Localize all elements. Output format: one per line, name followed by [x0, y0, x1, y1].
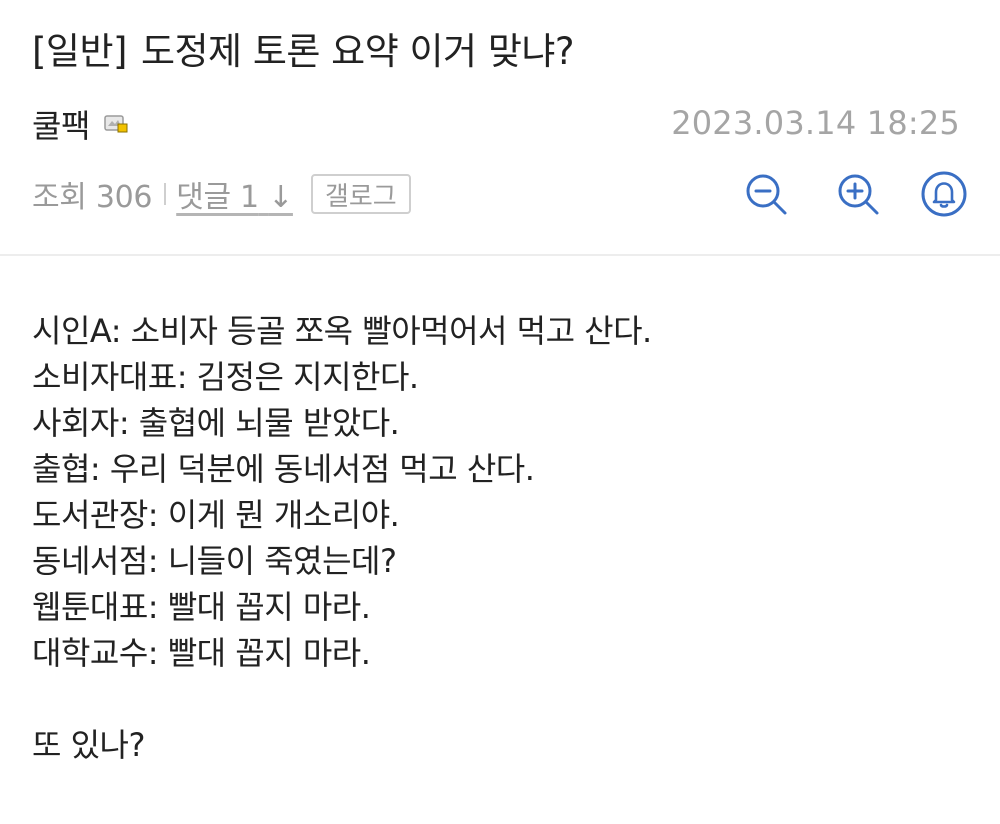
body-line: 대학교수: 빨대 꼽지 마라. — [32, 634, 371, 672]
body-line: 웹툰대표: 빨대 꼽지 마라. — [32, 588, 371, 626]
zoom-in-icon — [838, 174, 879, 215]
post-header: [일반] 도정제 토론 요약 이거 맞냐? 쿨팩 2023.03.14 18:25… — [0, 0, 1000, 256]
bell-icon — [921, 171, 967, 217]
author-name[interactable]: 쿨팩 — [32, 101, 90, 147]
gallog-button[interactable]: 갤로그 — [310, 174, 411, 214]
post-title-text: 도정제 토론 요약 이거 맞냐? — [140, 30, 575, 73]
body-line: 사회자: 출협에 뇌물 받았다. — [32, 404, 400, 442]
body-line: 출협: 우리 덕분에 동네서점 먹고 산다. — [32, 450, 535, 488]
arrow-down-icon: ↓ — [268, 180, 293, 215]
view-count: 조회 306 — [32, 180, 153, 215]
body-line: 시인A: 소비자 등골 쪼옥 빨아먹어서 먹고 산다. — [32, 312, 652, 350]
fixed-member-icon — [104, 114, 130, 134]
zoom-in-button[interactable] — [834, 170, 882, 218]
meta-row: 조회 306 댓글 1 ↓ 갤로그 — [32, 170, 411, 218]
meta-divider — [164, 183, 167, 205]
post-title: [일반] 도정제 토론 요약 이거 맞냐? — [32, 30, 575, 74]
zoom-out-icon — [746, 174, 787, 215]
author-row: 쿨팩 — [32, 102, 130, 146]
body-line: 소비자대표: 김정은 지지한다. — [32, 358, 419, 396]
notification-button[interactable] — [920, 170, 968, 218]
body-line: 도서관장: 이게 뭔 개소리야. — [32, 496, 400, 534]
comments-label: 댓글 1 — [176, 180, 259, 215]
body-closing-line: 또 있나? — [32, 726, 145, 764]
body-line: 동네서점: 니들이 죽였는데? — [32, 542, 397, 580]
zoom-out-button[interactable] — [742, 170, 790, 218]
post-category: [일반] — [32, 30, 127, 73]
post-date: 2023.03.14 18:25 — [671, 104, 960, 142]
comments-link[interactable]: 댓글 1 ↓ — [176, 172, 293, 216]
post-body: 시인A: 소비자 등골 쪼옥 빨아먹어서 먹고 산다. 소비자대표: 김정은 지… — [32, 308, 652, 768]
